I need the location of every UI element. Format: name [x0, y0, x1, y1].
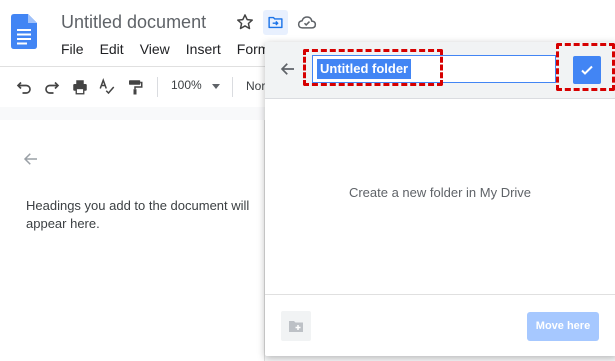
menu-file[interactable]: File	[61, 41, 84, 57]
toolbar-divider	[232, 77, 233, 97]
back-arrow-icon[interactable]	[22, 150, 40, 168]
google-docs-logo-icon[interactable]	[11, 14, 37, 49]
menu-view[interactable]: View	[140, 41, 170, 57]
move-button[interactable]	[263, 10, 288, 35]
cloud-saved-icon[interactable]	[297, 13, 317, 31]
zoom-select[interactable]: 100%	[171, 78, 202, 92]
empty-folder-message: Create a new folder in My Drive	[348, 185, 532, 200]
undo-icon[interactable]	[15, 78, 33, 96]
annotation-box-folder-name	[303, 49, 443, 86]
new-folder-icon	[289, 321, 303, 332]
menu-bar: File Edit View Insert Form	[61, 41, 285, 57]
star-icon[interactable]	[235, 12, 255, 32]
paragraph-style-select[interactable]: Nor	[246, 79, 265, 93]
menu-insert[interactable]: Insert	[186, 41, 221, 57]
annotation-box-confirm	[556, 43, 615, 91]
outline-hint: Headings you add to the document will ap…	[26, 198, 250, 231]
document-title[interactable]: Untitled document	[61, 12, 206, 33]
folder-move-icon	[268, 16, 283, 29]
dialog-footer: Move here	[265, 294, 615, 357]
back-arrow-icon[interactable]	[279, 60, 297, 78]
menu-edit[interactable]: Edit	[100, 41, 124, 57]
chevron-down-icon[interactable]	[212, 84, 220, 89]
move-here-button[interactable]: Move here	[527, 312, 599, 341]
toolbar-divider	[157, 77, 158, 97]
new-folder-button[interactable]	[281, 311, 311, 341]
spellcheck-icon[interactable]	[98, 78, 116, 96]
paint-format-icon[interactable]	[126, 78, 144, 96]
print-icon[interactable]	[71, 78, 89, 96]
redo-icon[interactable]	[43, 78, 61, 96]
